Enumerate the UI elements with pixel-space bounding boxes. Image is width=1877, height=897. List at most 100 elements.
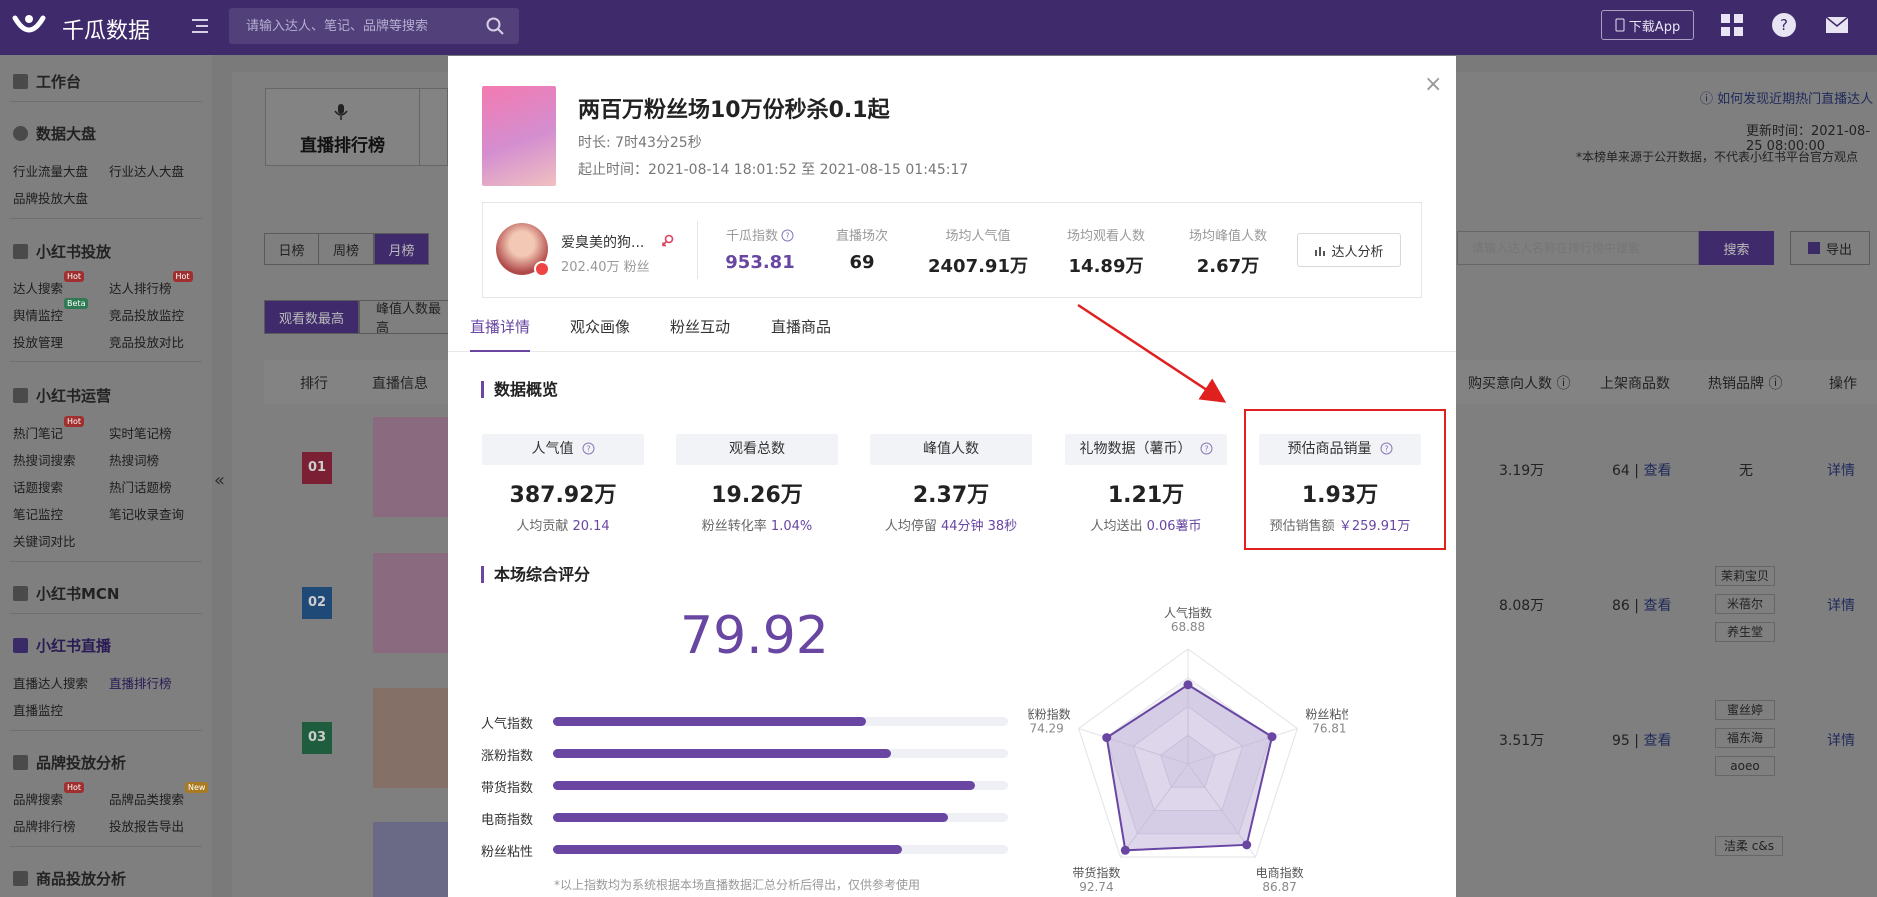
- sidebar-xhs-ads[interactable]: 小红书投放: [13, 241, 111, 262]
- female-icon: [662, 234, 674, 247]
- metric-foot-label: 人均停留: [884, 519, 937, 534]
- collapse-sidebar-icon[interactable]: «: [214, 470, 225, 491]
- mail-icon[interactable]: [1824, 12, 1850, 38]
- rank-search-button[interactable]: 搜索: [1699, 231, 1774, 265]
- sort-views[interactable]: 观看数最高: [264, 300, 359, 334]
- sidebar-item-sentiment[interactable]: 舆情监控 Beta: [13, 298, 89, 324]
- goods-count-value: 95: [1612, 733, 1630, 749]
- sidebar-item-realtime-notes[interactable]: 实时笔记榜: [109, 423, 172, 442]
- sidebar-item-note-monitor[interactable]: 笔记监控: [13, 504, 63, 523]
- sidebar-item-note-index[interactable]: 笔记收录查询: [109, 504, 184, 523]
- view-goods-link[interactable]: 查看: [1643, 733, 1671, 749]
- score-bar: 电商指数: [481, 808, 1008, 828]
- mic-icon: [334, 104, 348, 120]
- sidebar-item-brand-category[interactable]: 品牌品类搜索 New: [109, 782, 209, 808]
- help-icon[interactable]: ?: [582, 442, 595, 455]
- sidebar-xhs-live[interactable]: 小红书直播: [13, 635, 111, 656]
- apps-icon[interactable]: [1719, 12, 1745, 38]
- sidebar-item-ads-manage[interactable]: 投放管理: [13, 332, 63, 351]
- sidebar-item-kol-search[interactable]: 达人搜索 Hot: [13, 271, 85, 297]
- sidebar-item-industry-kol[interactable]: 行业达人大盘: [109, 161, 184, 180]
- stat-label-text: 千瓜指数: [725, 229, 778, 244]
- close-icon[interactable]: ×: [1424, 74, 1442, 96]
- period-month[interactable]: 月榜: [374, 233, 429, 265]
- tab-live-detail[interactable]: 直播详情: [470, 316, 531, 352]
- sidebar-item-hotword-search[interactable]: 热搜词搜索: [13, 450, 76, 469]
- sidebar-item-topic-rank[interactable]: 热门话题榜: [109, 477, 172, 496]
- brand-tag[interactable]: 福东海: [1715, 728, 1775, 748]
- stat-label: 场均峰值人数: [1188, 229, 1267, 244]
- period-day[interactable]: 日榜: [264, 233, 319, 265]
- logo-icon[interactable]: [12, 12, 46, 40]
- sidebar-xhs-mcn[interactable]: 小红书MCN: [13, 583, 120, 604]
- sidebar-xhs-ops[interactable]: 小红书运营: [13, 385, 111, 406]
- view-goods-link[interactable]: 查看: [1643, 598, 1671, 614]
- sidebar-item-kol-rank[interactable]: 达人排行榜 Hot: [109, 271, 193, 297]
- tab-live-rank[interactable]: 直播排行榜: [265, 88, 420, 166]
- rank-search-input[interactable]: [1457, 231, 1699, 265]
- tab-audience[interactable]: 观众画像: [570, 316, 630, 352]
- sidebar-item-industry-traffic[interactable]: 行业流量大盘: [13, 161, 88, 180]
- sidebar-item-hotword-rank[interactable]: 热搜词榜: [109, 450, 159, 469]
- sidebar-item-keyword-compare[interactable]: 关键词对比: [13, 531, 76, 550]
- tab-other[interactable]: [420, 88, 448, 166]
- sort-peak[interactable]: 峰值人数最高: [359, 300, 454, 334]
- divider: [10, 561, 202, 562]
- view-goods-link[interactable]: 查看: [1643, 463, 1671, 479]
- sidebar-item-brand-rank[interactable]: 品牌排行榜: [13, 816, 76, 835]
- detail-link[interactable]: 详情: [1827, 460, 1855, 480]
- export-button[interactable]: 导出: [1790, 231, 1870, 265]
- brand-tag[interactable]: aoeo: [1715, 756, 1775, 776]
- live-cover[interactable]: [373, 553, 448, 653]
- tab-fan-interaction[interactable]: 粉丝互动: [670, 316, 730, 352]
- anchor-name[interactable]: 爱臭美的狗...: [561, 232, 644, 252]
- hot-badge: Hot: [64, 782, 85, 793]
- sidebar-item-hot-notes[interactable]: 热门笔记 Hot: [13, 416, 85, 442]
- sidebar-workbench[interactable]: 工作台: [13, 71, 81, 92]
- purchase-intent: 8.08万: [1499, 598, 1545, 614]
- sidebar-item-report-export[interactable]: 投放报告导出: [109, 816, 184, 835]
- sidebar-item-competitor-monitor[interactable]: 竞品投放监控: [109, 305, 184, 324]
- help-icon[interactable]: ?: [1200, 442, 1213, 455]
- help-icon[interactable]: ?: [1771, 12, 1797, 38]
- help-icon[interactable]: ?: [781, 229, 794, 242]
- sidebar-xhs-ads-label: 小红书投放: [36, 243, 112, 261]
- sidebar-item-topic-search[interactable]: 话题搜索: [13, 477, 63, 496]
- brand-tag[interactable]: 洁柔 c&s: [1715, 836, 1783, 856]
- brand-tag[interactable]: 养生堂: [1715, 622, 1775, 642]
- score-bar-track: [553, 813, 1008, 822]
- kol-analysis-button[interactable]: 达人分析: [1297, 233, 1401, 267]
- sidebar-item-live-monitor[interactable]: 直播监控: [13, 700, 63, 719]
- sidebar-item-brand-ads[interactable]: 品牌投放大盘: [13, 188, 88, 207]
- sidebar-data-screen[interactable]: 数据大盘: [13, 123, 96, 144]
- detail-link[interactable]: 详情: [1827, 730, 1855, 750]
- pie-icon: [13, 126, 28, 141]
- brand-tag[interactable]: 蜜丝婷: [1715, 700, 1775, 720]
- sidebar-item-live-kol-search[interactable]: 直播达人搜索: [13, 673, 88, 692]
- avatar[interactable]: [496, 223, 550, 277]
- brand-tag[interactable]: 茉莉宝贝: [1715, 566, 1775, 586]
- period-week[interactable]: 周榜: [319, 233, 374, 265]
- sidebar-item-live-rank[interactable]: 直播排行榜: [109, 673, 172, 692]
- menu-toggle-icon[interactable]: [188, 14, 212, 38]
- detail-link[interactable]: 详情: [1827, 595, 1855, 615]
- live-cover[interactable]: [373, 688, 448, 788]
- download-app-button[interactable]: 下载App: [1601, 10, 1694, 40]
- search-icon[interactable]: [485, 16, 505, 36]
- sidebar-brand-analysis[interactable]: 品牌投放分析: [13, 752, 126, 773]
- help-link[interactable]: ⓘ 如何发现近期热门直播达人: [1700, 88, 1873, 107]
- brand-tag[interactable]: 米蓓尔: [1715, 594, 1775, 614]
- sidebar-item-brand-search[interactable]: 品牌搜索 Hot: [13, 782, 85, 808]
- sidebar-workbench-label: 工作台: [36, 73, 82, 91]
- tab-live-goods[interactable]: 直播商品: [771, 316, 831, 352]
- sidebar-goods-analysis[interactable]: 商品投放分析: [13, 868, 126, 889]
- sidebar-item-label: 达人排行榜: [109, 281, 172, 296]
- sidebar-item-competitor-compare[interactable]: 竞品投放对比: [109, 332, 184, 351]
- live-cover[interactable]: [373, 822, 448, 897]
- live-cover[interactable]: [373, 417, 448, 517]
- goods-count-value: 86: [1612, 598, 1630, 614]
- anchor-fans: 202.40万 粉丝: [561, 260, 650, 275]
- logo-text[interactable]: 千瓜数据: [62, 13, 150, 45]
- global-search-input[interactable]: [229, 8, 459, 44]
- divider: [10, 846, 202, 847]
